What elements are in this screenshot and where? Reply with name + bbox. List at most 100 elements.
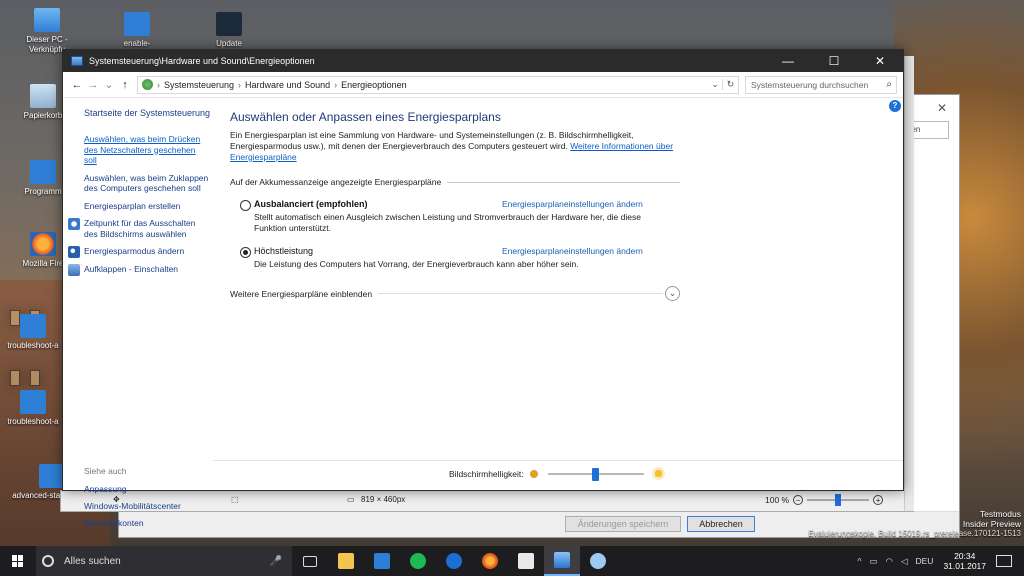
taskbar-spotify[interactable] <box>400 546 436 576</box>
edge-icon <box>446 553 462 569</box>
up-arrow-icon[interactable]: ↑ <box>117 79 133 91</box>
spotify-icon <box>410 553 426 569</box>
control-panel-icon <box>71 56 83 66</box>
file-icon <box>124 12 150 36</box>
see-also-link-anpassung[interactable]: Anpassung <box>84 484 181 494</box>
back-arrow-icon[interactable]: ← <box>69 79 85 91</box>
plan-balanced-radio[interactable] <box>240 200 251 211</box>
desktop-icon-troubleshoot-2[interactable]: troubleshoot-a <box>2 390 64 427</box>
clock[interactable]: 20:34 31.01.2017 <box>943 551 986 571</box>
plans-group: Auf der Akkumessanzeige angezeigte Energ… <box>230 177 680 187</box>
divider <box>378 293 663 294</box>
taskbar-photos[interactable] <box>508 546 544 576</box>
zoom-slider[interactable] <box>807 494 870 506</box>
brightness-bar: Bildschirmhelligkeit: <box>213 460 903 486</box>
recycle-bin-icon <box>30 84 56 108</box>
close-button[interactable]: ✕ <box>857 50 903 72</box>
chevron-up-icon[interactable]: ^ <box>858 556 862 566</box>
folder-icon <box>338 553 354 569</box>
taskbar-paint[interactable] <box>580 546 616 576</box>
sidebar-link-create-plan[interactable]: Energiesparplan erstellen <box>84 201 209 212</box>
breadcrumb-separator: › <box>157 79 160 90</box>
background-scrollbar[interactable] <box>904 56 914 511</box>
cancel-button[interactable]: Abbrechen <box>687 516 755 532</box>
taskbar-control-panel[interactable] <box>544 546 580 576</box>
plan-balanced: Ausbalanciert (empfohlen) Energiesparpla… <box>230 199 680 234</box>
store-icon <box>374 553 390 569</box>
volume-icon[interactable]: ◁ <box>901 556 908 567</box>
taskbar-firefox[interactable] <box>472 546 508 576</box>
sidebar-link-open-lid[interactable]: Aufklappen - Einschalten <box>68 263 209 276</box>
plan-balanced-settings-link[interactable]: Energiesparplaneinstellungen ändern <box>502 199 643 209</box>
forward-arrow-icon[interactable]: → <box>85 79 101 91</box>
recent-chevron-down-icon[interactable]: ⌄ <box>101 78 117 91</box>
clock-monitor-icon <box>68 218 80 230</box>
photos-icon <box>518 553 534 569</box>
chevron-down-icon[interactable]: ⌄ <box>665 286 680 301</box>
zoom-in-button[interactable]: + <box>873 495 884 505</box>
desktop-icon-this-pc[interactable]: Dieser PC - Verknüpfu <box>16 8 78 55</box>
page-title: Auswählen oder Anpassen eines Energiespa… <box>230 110 501 124</box>
breadcrumb-hardware-sound[interactable]: Hardware und Sound <box>245 80 330 90</box>
help-icon[interactable]: ? <box>889 100 901 112</box>
close-icon[interactable]: ✕ <box>937 101 947 115</box>
battery-icon[interactable]: ▭ <box>870 556 878 567</box>
brightness-label: Bildschirmhelligkeit: <box>449 468 524 479</box>
start-button[interactable] <box>0 546 36 576</box>
breadcrumb-energieoptionen[interactable]: Energieoptionen <box>341 80 407 90</box>
zoom-slider-thumb[interactable] <box>835 494 842 506</box>
taskbar-search[interactable]: Alles suchen 🎤 <box>36 546 292 576</box>
taskbar-store[interactable] <box>364 546 400 576</box>
laptop-icon <box>68 263 80 276</box>
sidebar-link-lid-close[interactable]: Auswählen, was beim Zuklappen des Comput… <box>84 173 209 194</box>
plans-group-label: Auf der Akkumessanzeige angezeigte Energ… <box>230 177 442 187</box>
sidebar-link-display-off[interactable]: Zeitpunkt für das Ausschalten des Bildsc… <box>68 218 209 239</box>
notification-icon[interactable] <box>996 555 1012 567</box>
search-placeholder: Systemsteuerung durchsuchen <box>751 79 869 90</box>
brightness-slider[interactable] <box>547 467 644 481</box>
save-changes-button[interactable]: Änderungen speichern <box>565 516 681 532</box>
task-view-button[interactable] <box>292 546 328 576</box>
see-also-link-user-accounts[interactable]: Benutzerkonten <box>84 518 181 528</box>
breadcrumb-systemsteuerung[interactable]: Systemsteuerung <box>164 80 234 90</box>
brightness-high-icon <box>651 467 665 480</box>
address-dropdown-icon[interactable]: ⌄ <box>708 79 722 90</box>
search-icon: ⌕ <box>886 79 892 90</box>
sidebar-link-power-button[interactable]: Auswählen, was beim Drücken des Netzscha… <box>84 134 209 166</box>
wifi-icon[interactable]: ◠ <box>886 556 893 567</box>
program-icon <box>30 160 56 184</box>
zoom-level: 100 % <box>765 495 790 505</box>
select-icon: ⬚ <box>231 495 239 504</box>
plan-balanced-description: Stellt automatisch einen Ausgleich zwisc… <box>254 212 641 233</box>
microphone-icon[interactable]: 🎤 <box>270 556 282 567</box>
task-view-icon <box>303 555 317 567</box>
taskbar-edge[interactable] <box>436 546 472 576</box>
language-indicator[interactable]: DEU <box>916 556 934 566</box>
search-input[interactable]: Systemsteuerung durchsuchen ⌕ <box>745 75 897 94</box>
paint-icon <box>590 553 606 569</box>
cortana-icon <box>42 555 54 567</box>
plan-high-performance-radio[interactable] <box>240 247 251 258</box>
image-size-icon: ▭ <box>347 495 355 504</box>
more-plans-toggle[interactable]: Weitere Energiesparpläne einblenden ⌄ <box>230 286 680 301</box>
sidebar-home-link[interactable]: Startseite der Systemsteuerung <box>84 108 213 118</box>
control-panel-icon <box>142 79 153 90</box>
divider <box>447 181 680 183</box>
file-icon <box>20 390 46 414</box>
desktop-icon-troubleshoot-1[interactable]: troubleshoot-a <box>2 314 64 351</box>
title-bar: Systemsteuerung\Hardware und Sound\Energ… <box>63 50 903 72</box>
see-also-section: Siehe auch Anpassung Windows-Mobilitätsc… <box>84 466 181 535</box>
zoom-out-button[interactable]: − <box>793 495 804 505</box>
refresh-icon[interactable]: ↻ <box>722 79 738 90</box>
watermark: Testmodus Insider Preview Evaluierungsko… <box>808 509 1021 538</box>
see-also-link-mobility-center[interactable]: Windows-Mobilitätscenter <box>84 501 181 511</box>
plan-high-performance-settings-link[interactable]: Energiesparplaneinstellungen ändern <box>502 246 643 256</box>
minimize-button[interactable]: — <box>765 50 811 72</box>
taskbar-explorer[interactable] <box>328 546 364 576</box>
address-input[interactable]: › Systemsteuerung › Hardware und Sound ›… <box>137 75 739 94</box>
brightness-slider-thumb[interactable] <box>592 467 600 481</box>
maximize-button[interactable]: ☐ <box>811 50 857 72</box>
sidebar-link-sleep-mode[interactable]: Energiesparmodus ändern <box>68 246 209 258</box>
plan-high-performance-description: Die Leistung des Computers hat Vorrang, … <box>254 259 579 269</box>
moon-icon <box>68 246 80 258</box>
